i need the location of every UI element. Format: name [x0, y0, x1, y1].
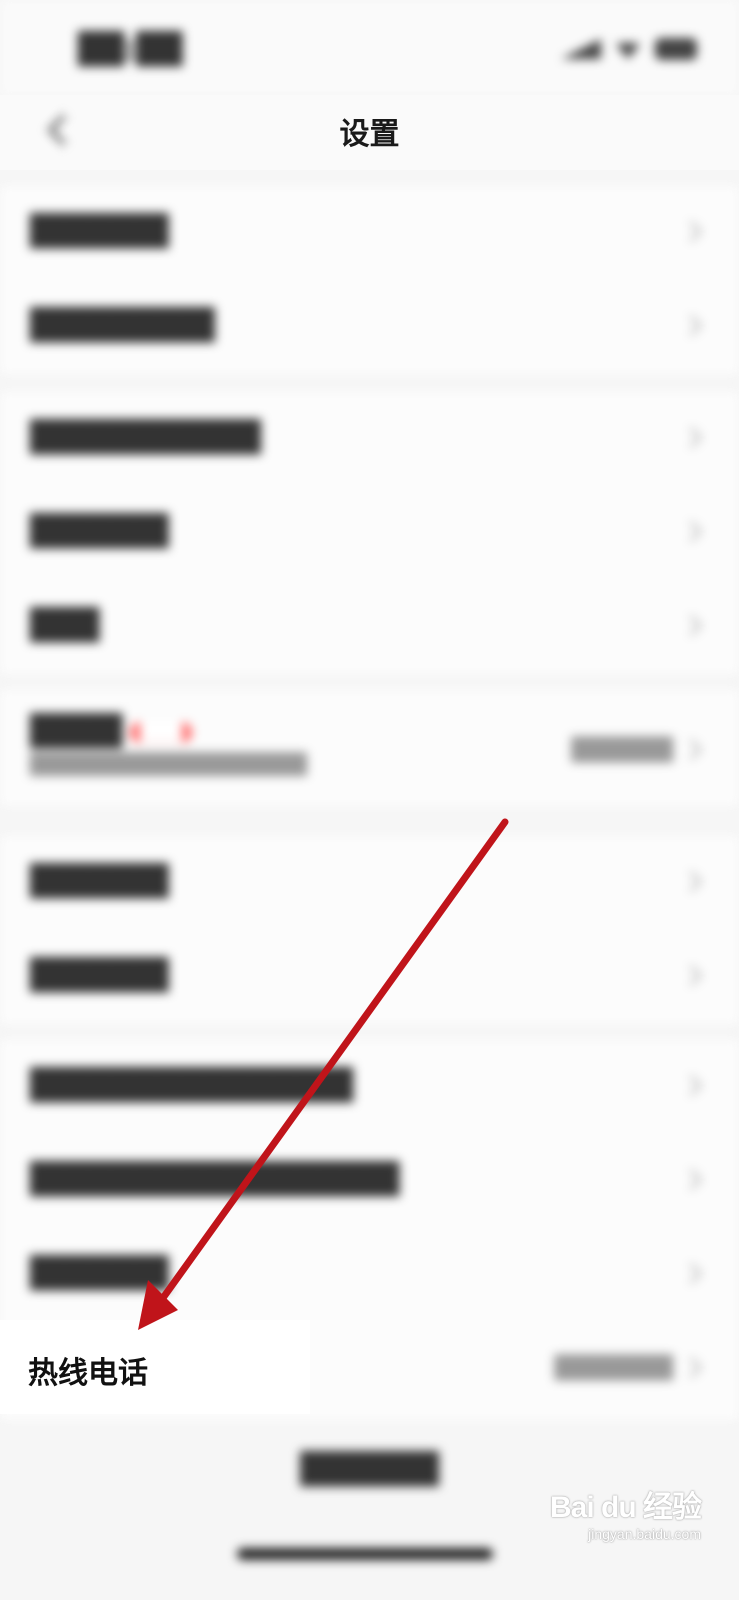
chevron-right-icon	[680, 520, 703, 543]
settings-row[interactable]: ████████	[0, 280, 739, 374]
wifi-icon	[615, 43, 641, 59]
row-label: ██████	[30, 1256, 169, 1291]
row-subtitle: ██████████████████	[30, 752, 307, 776]
row-label: ██████	[30, 864, 169, 899]
watermark-brand: Bai du 经验	[549, 1491, 702, 1524]
battery-icon	[655, 38, 697, 60]
row-label: ██████████	[30, 420, 261, 455]
status-icons	[561, 38, 697, 60]
row-label: ██████████████	[30, 1068, 353, 1103]
row-label: ████████████████	[30, 1162, 400, 1197]
row-label: ████ ███	[30, 714, 192, 749]
chevron-right-icon	[680, 1262, 703, 1285]
hotline-label: 热线电话	[28, 1356, 148, 1391]
settings-row[interactable]: ███	[0, 580, 739, 674]
settings-row[interactable]: ██████	[0, 930, 739, 1024]
settings-group-3: ████ ███ ██████████████████ ██████	[0, 690, 739, 806]
page-title: 设置	[339, 117, 400, 152]
chevron-right-icon	[680, 426, 703, 449]
settings-row[interactable]: ██████████	[0, 392, 739, 486]
settings-group-2: ██████████ ██████ ███	[0, 392, 739, 674]
chevron-right-icon	[680, 1168, 703, 1191]
settings-row[interactable]: ██████	[0, 1228, 739, 1322]
chevron-right-icon	[680, 614, 703, 637]
navigation-bar: 设置	[0, 95, 739, 170]
row-value: ███████	[554, 1356, 673, 1381]
settings-group-4: ██████ ██████	[0, 836, 739, 1024]
signal-icon	[561, 39, 601, 59]
settings-row[interactable]: ████ ███ ██████████████████ ██████	[0, 690, 739, 806]
chevron-right-icon	[680, 1074, 703, 1097]
status-bar: ██:██	[0, 0, 739, 95]
row-label: ██████	[30, 958, 169, 993]
row-label: ██████	[30, 214, 169, 249]
chevron-right-icon	[680, 1356, 703, 1379]
chevron-right-icon	[680, 314, 703, 337]
chevron-right-icon	[680, 220, 703, 243]
new-badge: ███	[130, 722, 192, 743]
row-label: ████████	[30, 308, 215, 343]
row-label: ██████	[30, 514, 169, 549]
row-value: ██████	[571, 738, 673, 763]
watermark-url: jingyan.baidu.com	[588, 1526, 701, 1542]
chevron-right-icon	[680, 870, 703, 893]
baidu-watermark: Bai du 经验 jingyan.baidu.com	[549, 1482, 702, 1542]
hotline-row[interactable]: 热线电话	[0, 1320, 310, 1414]
chevron-right-icon	[680, 738, 703, 761]
settings-row[interactable]: ████████████████	[0, 1134, 739, 1228]
settings-row[interactable]: ██████	[0, 486, 739, 580]
status-time: ██:██	[78, 32, 183, 67]
settings-row[interactable]: ██████	[0, 186, 739, 280]
settings-group-1: ██████ ████████	[0, 186, 739, 374]
settings-row[interactable]: ██████████████	[0, 1040, 739, 1134]
chevron-right-icon	[680, 964, 703, 987]
row-label: ███	[30, 608, 100, 643]
home-indicator[interactable]	[237, 1548, 493, 1560]
settings-row[interactable]: ██████	[0, 836, 739, 930]
